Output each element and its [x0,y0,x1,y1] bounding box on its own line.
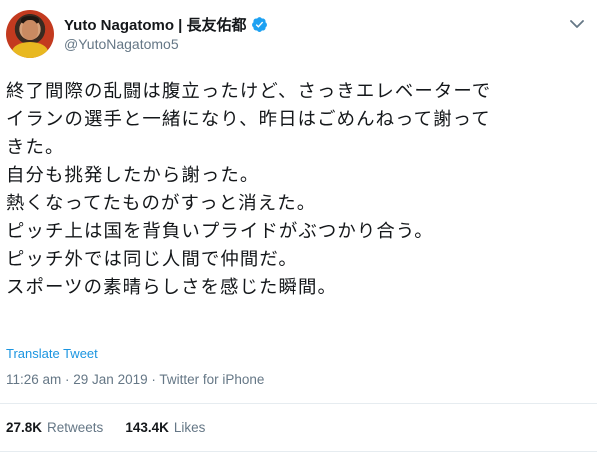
retweets-label: Retweets [47,420,104,435]
tweet-card: Yuto Nagatomo | 長友佑都 @YutoNagatomo5 終了間際… [0,0,597,462]
author-name-row[interactable]: Yuto Nagatomo | 長友佑都 [64,14,268,34]
divider [0,403,597,404]
likes-label: Likes [173,420,206,435]
translate-tweet-link[interactable]: Translate Tweet [6,346,98,361]
tweet-line: スポーツの素晴らしさを感じた瞬間。 [6,277,337,298]
tweet-line: ピッチ上は国を背負いプライドがぶつかり合う。 [6,221,434,242]
tweet-timestamp[interactable]: 11:26 am · 29 Jan 2019 · Twitter for iPh… [6,372,264,387]
tweet-text: 終了間際の乱闘は腹立ったけど、さっきエレベーターで イランの選手と一緒になり、昨… [6,78,596,302]
author-display-name[interactable]: Yuto Nagatomo | 長友佑都 [64,14,247,35]
retweets-count: 27.8K [6,420,43,435]
engagement-stats: 27.8K Retweets 143.4K Likes [6,420,205,435]
likes-count: 143.4K [125,420,169,435]
avatar[interactable] [6,10,54,58]
tweet-line: 熱くなってたものがすっと消えた。 [6,193,317,214]
chevron-down-icon [570,19,584,28]
author-handle[interactable]: @YutoNagatomo5 [64,36,268,52]
author-block: Yuto Nagatomo | 長友佑都 @YutoNagatomo5 [64,14,268,52]
retweets-stat[interactable]: 27.8K Retweets [6,420,103,435]
divider [0,451,597,452]
tweet-line: きた。 [6,137,65,158]
more-options-button[interactable] [567,16,587,32]
tweet-line: イランの選手と一緒になり、昨日はごめんねって謝って [6,109,491,130]
likes-stat[interactable]: 143.4K Likes [125,420,205,435]
tweet-line: ピッチ外では同じ人間で仲間だ。 [6,249,298,270]
tweet-line: 自分も挑発したから謝った。 [6,165,260,186]
verified-badge-icon [251,16,267,32]
tweet-line: 終了間際の乱闘は腹立ったけど、さっきエレベーターで [6,81,492,102]
